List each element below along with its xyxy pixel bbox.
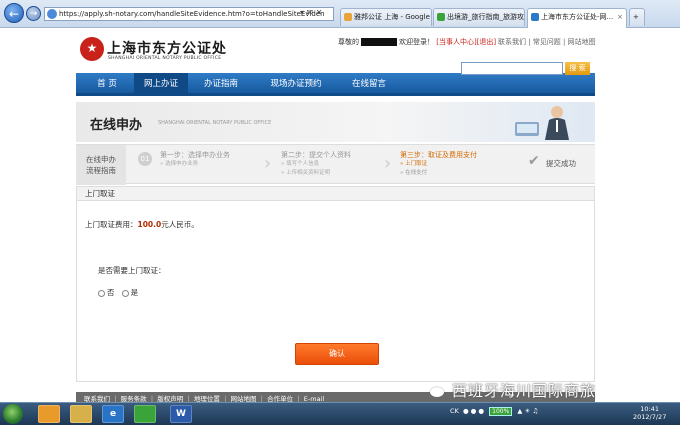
wechat-icon (430, 386, 444, 397)
checkmark-icon: ✔ (528, 153, 540, 169)
tab-label: 上海市东方公证处-网... (541, 13, 614, 21)
confirm-button[interactable]: 确认 (295, 343, 379, 365)
logout-link[interactable]: [退出] (477, 38, 496, 46)
step-3-sub2: » 在线支付 (400, 170, 428, 176)
top-links: 联系我们 | 常见问题 | 网站地图 (498, 38, 596, 46)
tab-label: 雅邦公证 上海 - Google ... (354, 13, 432, 21)
banner-subtitle: SHANGHAI ORIENTAL NOTARY PUBLIC OFFICE (158, 120, 272, 126)
process-label-line1: 在线申办 (86, 155, 116, 164)
address-actions[interactable]: ▾ ✉ ✕ (300, 8, 323, 17)
taskbar-folder-icon[interactable] (70, 405, 92, 423)
close-tab-icon[interactable]: × (617, 9, 623, 25)
fee-line: 上门取证费用：100.0元人民币。 (85, 219, 199, 230)
option-no-label: 否 (107, 288, 115, 297)
windows-taskbar: e W CK ● ● ● 100% ▲ ☀ ♫ 10:41 2012/7/27 (0, 402, 680, 425)
step-3-current: 第三步：取证及费用支付 » 上门取证 » 在线支付 (400, 151, 477, 178)
taskbar-word-icon[interactable]: W (170, 405, 192, 423)
pickup-card: 上门取证 上门取证费用：100.0元人民币。 是否需要上门取证： 否 是 确认 (76, 186, 595, 382)
nav-home[interactable]: 首 页 (80, 73, 134, 96)
search-button[interactable]: 搜 索 (565, 62, 590, 75)
sitemap-link[interactable]: 网站地图 (568, 38, 596, 46)
page-title: 在线申办 (90, 118, 143, 133)
step-number-badge: 01 (138, 152, 152, 166)
step-2: 第二步：提交个人资料 » 填写个人信息 » 上传相关资料证明 (281, 151, 351, 178)
greeting-prefix: 尊敬的 (338, 38, 359, 46)
address-text: https://apply.sh-notary.com/handleSiteEv… (59, 10, 325, 18)
user-center-link[interactable]: [当事人中心] (436, 38, 476, 46)
nav-appointment[interactable]: 现场办证预约 (254, 73, 338, 96)
tab-google[interactable]: 雅邦公证 上海 - Google ... (340, 8, 432, 26)
nav-guide[interactable]: 办证指南 (188, 73, 254, 96)
system-tray: CK ● ● ● 100% ▲ ☀ ♫ (450, 407, 539, 416)
taskbar-outlook-icon[interactable] (38, 405, 60, 423)
clock-date: 2012/7/27 (633, 413, 667, 421)
process-guide-label: 在线申办 流程指南 (76, 145, 126, 185)
nav-online-service[interactable]: 网上办证 (134, 73, 188, 96)
clock-time: 10:41 (640, 405, 660, 413)
step-separator-icon: › (264, 153, 272, 174)
faq-link[interactable]: 常见问题 (533, 38, 561, 46)
tab-favicon-icon (344, 13, 352, 21)
address-bar[interactable]: https://apply.sh-notary.com/handleSiteEv… (44, 7, 334, 21)
step-3-title: 第三步：取证及费用支付 (400, 151, 477, 159)
section-title: 上门取证 (77, 187, 594, 201)
search-input[interactable] (461, 62, 563, 75)
nav-message[interactable]: 在线留言 (338, 73, 400, 96)
step-1: 第一步：选择申办业务 » 选择申办业务 (160, 151, 230, 169)
businessman-illustration (515, 106, 569, 140)
tab-favicon-icon (531, 13, 539, 21)
taskbar-app-icon[interactable] (134, 405, 156, 423)
browser-toolbar: ← → https://apply.sh-notary.com/handleSi… (0, 0, 680, 28)
fee-amount: 100.0 (137, 220, 162, 229)
step-2-sub2: » 上传相关资料证明 (281, 170, 331, 176)
greeting-suffix: 欢迎登录！ (399, 38, 434, 46)
user-greeting: 尊敬的 欢迎登录！ [当事人中心][退出] (338, 37, 496, 47)
input-language[interactable]: CK (450, 407, 459, 415)
pickup-options: 否 是 (98, 287, 138, 298)
watermark-text: 西班牙海川国际商旅 (452, 382, 597, 400)
battery-indicator[interactable]: 100% (489, 407, 513, 416)
pickup-question: 是否需要上门取证： (98, 266, 166, 275)
step-2-title: 第二步：提交个人资料 (281, 151, 351, 159)
web-page: ★ 上海市东方公证处 SHANGHAI ORIENTAL NOTARY PUBL… (0, 28, 680, 407)
watermark: 西班牙海川国际商旅 (430, 380, 596, 401)
start-button[interactable] (3, 404, 23, 424)
taskbar-ie-icon[interactable]: e (102, 405, 124, 423)
tab-label: 出境游_旅行指南_旅游攻... (447, 13, 525, 21)
process-steps: 在线申办 流程指南 01 第一步：选择申办业务 » 选择申办业务 › 第二步：提… (76, 144, 595, 185)
process-label-line2: 流程指南 (86, 166, 116, 175)
step-separator-icon: › (384, 153, 392, 174)
notary-logo-icon: ★ (80, 37, 104, 61)
tab-notary[interactable]: 上海市东方公证处-网... × (527, 8, 627, 28)
redacted-username (361, 38, 397, 46)
step-done: 提交成功 (546, 159, 576, 168)
option-yes-label: 是 (130, 288, 139, 297)
page-banner: 在线申办 SHANGHAI ORIENTAL NOTARY PUBLIC OFF… (76, 102, 595, 142)
step-3-sub1: » 上门取证 (400, 161, 428, 167)
radio-no[interactable] (98, 289, 105, 297)
step-2-sub1: » 填写个人信息 (281, 161, 320, 167)
radio-yes[interactable] (121, 289, 129, 297)
fee-unit: 元人民币。 (161, 220, 199, 229)
main-navigation: 首 页 网上办证 办证指南 现场办证预约 在线留言 (76, 73, 595, 96)
site-logo-english: SHANGHAI ORIENTAL NOTARY PUBLIC OFFICE (108, 56, 222, 61)
contact-link[interactable]: 联系我们 (498, 38, 526, 46)
tab-favicon-icon (437, 13, 445, 21)
forward-button[interactable]: → (26, 6, 41, 21)
step-1-title: 第一步：选择申办业务 (160, 151, 230, 159)
site-logo-text[interactable]: 上海市东方公证处 (107, 38, 227, 58)
clock[interactable]: 10:41 2012/7/27 (633, 405, 666, 421)
new-tab-button[interactable]: + (629, 8, 645, 26)
globe-icon (47, 9, 57, 19)
back-button[interactable]: ← (4, 3, 24, 23)
tab-travel[interactable]: 出境游_旅行指南_旅游攻... (433, 8, 525, 26)
fee-label: 上门取证费用： (85, 220, 138, 229)
step-1-sub: » 选择申办业务 (160, 161, 199, 167)
